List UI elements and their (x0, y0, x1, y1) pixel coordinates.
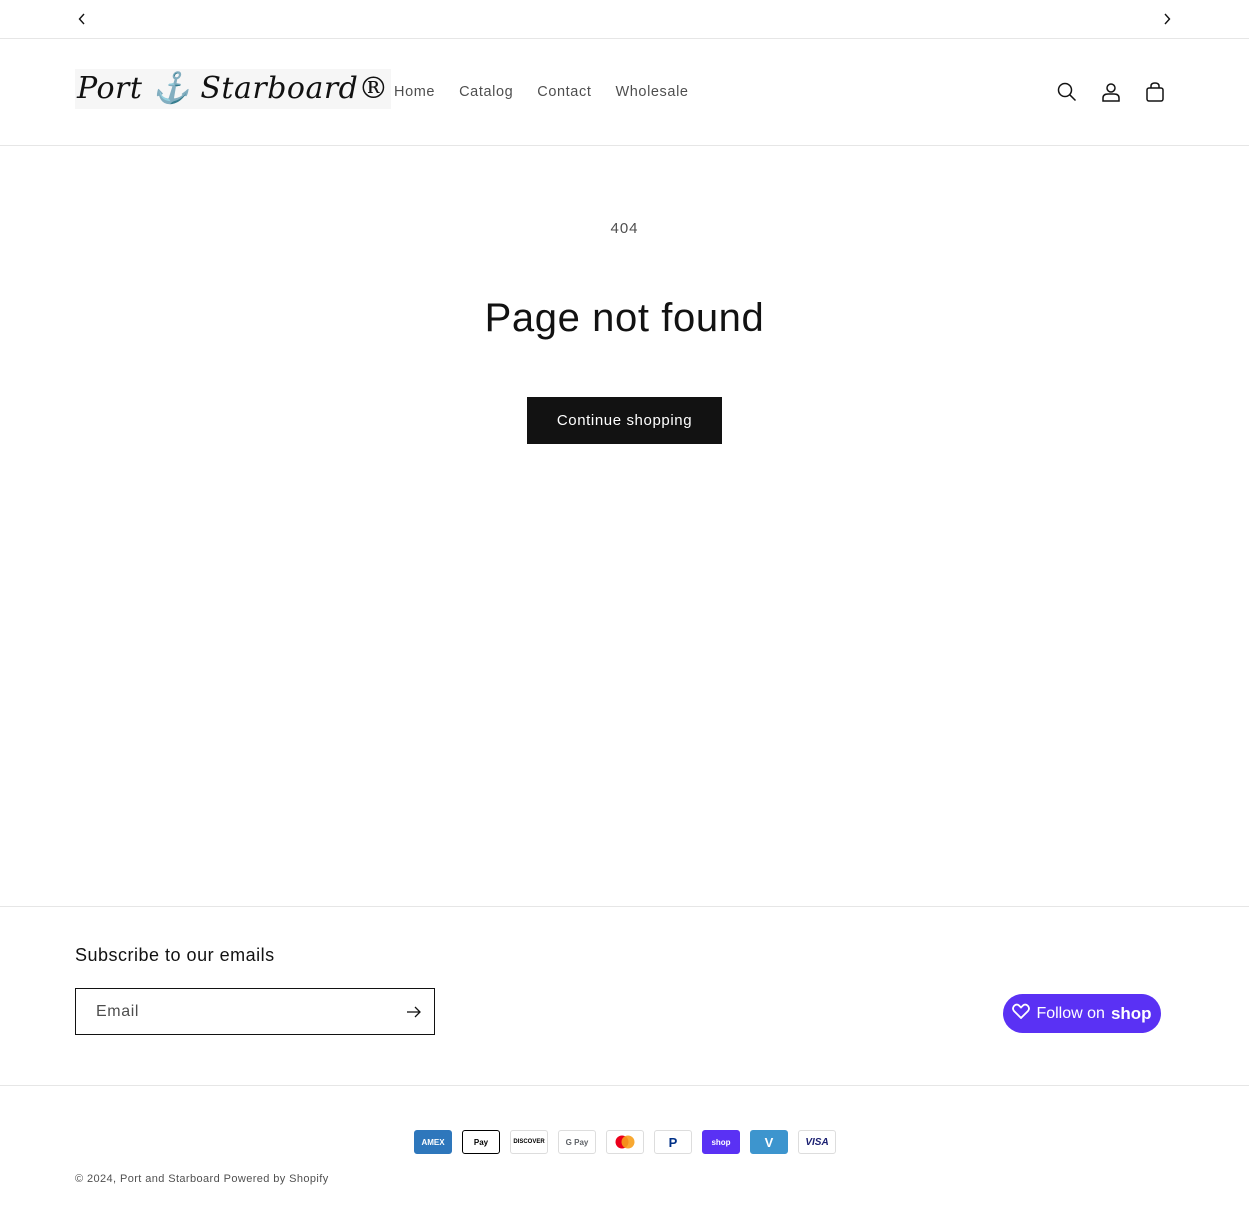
shop-brand-label: shop (1110, 1003, 1152, 1023)
arrow-right-icon[interactable] (404, 1001, 424, 1023)
powered-by-shopify-link[interactable]: Powered by Shopify (224, 1173, 329, 1185)
account-icon[interactable] (1099, 79, 1123, 105)
visa-icon: VISA (798, 1130, 836, 1154)
nav-contact[interactable]: Contact (525, 79, 603, 105)
mastercard-icon (606, 1130, 644, 1154)
main-content: 404 Page not found Continue shopping (0, 146, 1249, 906)
page-title: Page not found (484, 296, 765, 340)
chevron-left-icon[interactable] (72, 8, 92, 30)
error-code: 404 (610, 220, 639, 237)
discover-icon: DISCOVER (510, 1130, 548, 1154)
store-name-link[interactable]: Port and Starboard (120, 1173, 220, 1185)
header-icons (1055, 79, 1167, 105)
announcement-bar (0, 0, 1249, 39)
heart-icon (1012, 1003, 1031, 1024)
newsletter-title: Subscribe to our emails (75, 945, 275, 965)
shop-pay-icon: shop (702, 1130, 740, 1154)
chevron-right-icon[interactable] (1157, 8, 1177, 30)
venmo-icon: V (750, 1130, 788, 1154)
nav-wholesale[interactable]: Wholesale (603, 79, 700, 105)
email-field[interactable] (76, 989, 396, 1034)
follow-label: Follow on (1036, 1004, 1105, 1022)
paypal-icon: P (654, 1130, 692, 1154)
cart-icon[interactable] (1143, 79, 1167, 105)
site-footer: Subscribe to our emails Follow on shop A… (0, 906, 1249, 1225)
site-header: Port ⚓ Starboard® Home Catalog Contact W… (0, 39, 1249, 146)
continue-shopping-button[interactable]: Continue shopping (527, 397, 722, 444)
follow-on-shop-button[interactable]: Follow on shop (1003, 994, 1161, 1033)
amex-icon: AMEX (414, 1130, 452, 1154)
nav-catalog[interactable]: Catalog (447, 79, 525, 105)
apple-pay-icon: Pay (462, 1130, 500, 1154)
main-nav: Home Catalog Contact Wholesale (382, 79, 701, 105)
search-icon[interactable] (1055, 79, 1079, 105)
google-pay-icon: G Pay (558, 1130, 596, 1154)
nav-home[interactable]: Home (382, 79, 447, 105)
logo-text: Port ⚓ Starboard® (75, 69, 391, 109)
newsletter-form (75, 988, 435, 1035)
payment-icons: AMEX Pay DISCOVER G Pay P shop V VISA (414, 1130, 836, 1154)
copyright: © 2024, Port and Starboard Powered by Sh… (75, 1173, 329, 1185)
footer-divider (0, 1085, 1249, 1086)
store-logo[interactable]: Port ⚓ Starboard® (75, 69, 391, 109)
